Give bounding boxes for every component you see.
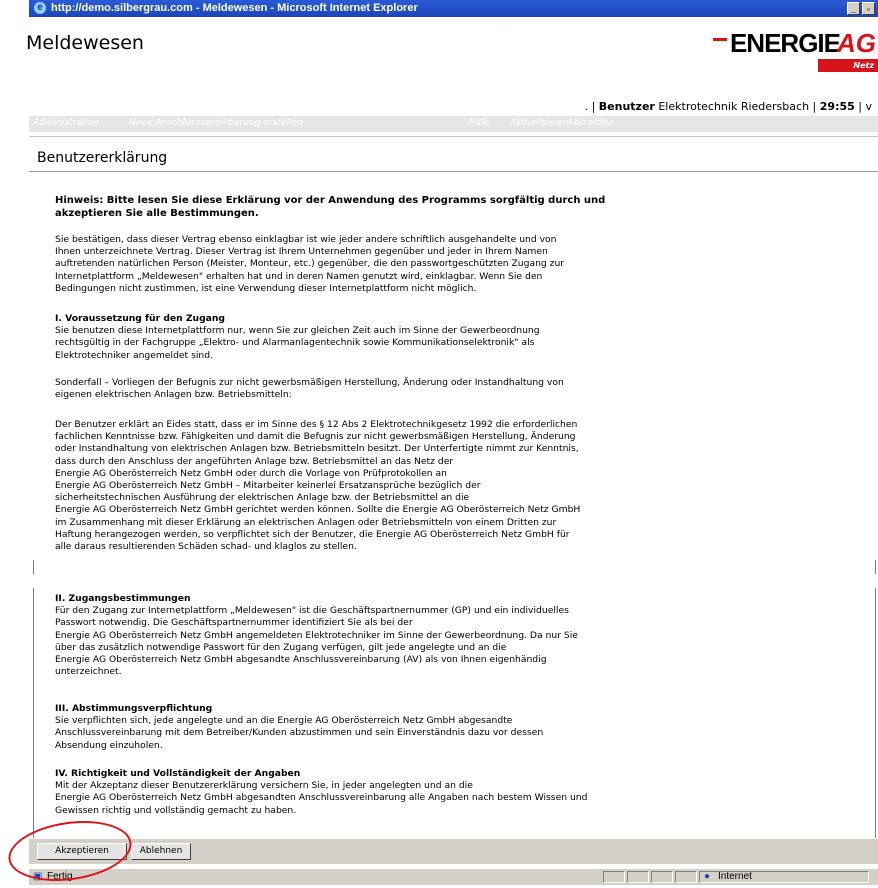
text-line: im Zusammenhang mit dieser Erklärung an … [55,516,557,528]
text-line: Sonderfall – Vorliegen der Befugnis zur … [55,377,564,388]
text-line: Bedingungen nicht zustimmen, ist eine Ve… [55,282,477,294]
section-title: III. Abstimmungsverpflichtung [55,703,213,714]
text-line: Anschlussvereinbarung mit dem Betreiber/… [55,727,544,739]
restore-button[interactable]: ▫ [862,2,875,15]
text-line: Sie bestätigen, dass dieser Vertrag eben… [55,234,557,245]
text-line: Sie benutzen diese Internetplattform nur… [55,325,540,337]
user-label: Benutzer [598,100,655,113]
decline-button[interactable]: Ablehnen [131,843,191,860]
text-line: sicherheitstechnischen Ausführung der el… [55,492,470,504]
button-bar: Akzeptieren Ablehnen [29,839,878,864]
text-line: Der Benutzer erklärt an Eides statt, das… [55,419,578,430]
text-line: alle daraus resultierenden Schäden schad… [55,541,357,553]
status-cell [603,871,625,883]
section-3: III. Abstimmungsverpflichtung Sie verpfl… [55,703,543,752]
logo-netz: Netz [818,59,878,72]
user-line-suffix: | v [858,100,872,113]
hint-line: akzeptieren Sie alle Bestimmungen. [55,208,259,219]
section-4: IV. Richtigkeit und Vollständigkeit der … [55,768,587,817]
text-line: Absendung einzuholen. [55,739,163,751]
text-line: Energie AG Oberösterreich Netz GmbH abge… [55,654,547,666]
text-line: eigenen elektrischen Anlagen bzw. Betrie… [55,389,292,401]
content-border [875,560,876,574]
section-title: I. Voraussetzung für den Zugang [55,313,225,324]
hint-line: Hinweis: Bitte lesen Sie diese Erklärung… [55,195,606,206]
internet-explorer-icon: e [34,2,46,14]
session-timer: 29:55 [819,100,855,113]
special-case-block: Sonderfall – Vorliegen der Befugnis zur … [55,377,564,401]
text-line: Haftung herangezogen werden, so verpflic… [55,528,570,540]
section-title: IV. Richtigkeit und Vollständigkeit der … [55,768,301,779]
content-border [33,588,34,838]
text-line: über das zusätzlich notwendige Passwort … [55,641,507,653]
text-line: unterzeichnet. [55,666,122,678]
text-line: rechtsgültig in der Fachgruppe „Elektro-… [55,337,535,349]
zone-text: Internet [718,871,752,882]
window-title: http://demo.silbergrau.com - Meldewesen … [51,2,418,14]
text-line: oder Instandhaltung von elektrischen Anl… [55,443,579,455]
page-title: Benutzererklärung [37,150,168,166]
section-2: II. Zugangsbestimmungen Für den Zugang z… [55,593,578,678]
app-name: Meldewesen [26,32,144,54]
header-divider [29,136,878,137]
status-cell [651,871,673,883]
text-line: Gewissen richtig und vollständig gemacht… [55,804,297,816]
content-border [875,588,876,838]
text-line: Energie AG Oberösterreich Netz GmbH ange… [55,629,578,641]
text-line: auftretenden natürlichen Person (Meister… [55,258,565,270]
text-line: Für den Zugang zur Internetplattform „Me… [55,605,569,617]
nav-new-agreement[interactable]: Neue Anschlussvereinbarung erstellen [129,118,303,128]
energie-ag-logo: ENERGIE AG Netz [705,28,878,74]
text-line: Internetplattform „Meldewesen" erhalten … [55,270,543,282]
nav-help[interactable]: Hilfe [469,118,489,128]
text-line: Passwort notwendig. Die Geschäftspartner… [55,617,413,629]
text-line: Mit der Akzeptanz dieser Benutzererkläru… [55,780,473,792]
text-line: Elektrotechniker angemeldet sind. [55,349,213,361]
nav-bar: Administration Neue Anschlussvereinbarun… [29,116,878,132]
user-line-prefix: . | [584,100,596,113]
window-titlebar: e http://demo.silbergrau.com - Meldewese… [29,0,878,17]
text-line: Energie AG Oberösterreich Netz GmbH oder… [55,467,447,479]
status-bar: ▣ Fertig ● Internet [29,868,878,885]
minimize-button[interactable]: _ [847,2,860,15]
nav-refresh[interactable]: Aktualisieren [510,118,569,128]
logo-word: ENERGIE [729,28,841,58]
logo-ag: AG [837,28,876,58]
logo-stripe [713,38,727,41]
text-line: fachlichen Kenntnisse bzw. Fähigkeiten u… [55,431,576,443]
intro-block: Sie bestätigen, dass dieser Vertrag eben… [55,234,564,295]
status-cell [627,871,649,883]
section-title: II. Zugangsbestimmungen [55,593,191,604]
text-line: Energie AG Oberösterreich Netz GmbH geri… [55,504,581,516]
declaration-block: Der Benutzer erklärt an Eides statt, das… [55,419,580,553]
user-name: Elektrotechnik Riedersbach [658,100,810,113]
text-line: Energie AG Oberösterreich Netz GmbH – Mi… [55,480,481,492]
user-line-separator: | [812,100,817,113]
nav-administration[interactable]: Administration [33,118,99,128]
status-cell [675,871,697,883]
text-line: Ihnen unterzeichnete Vertrag. Dieser Ver… [55,246,548,258]
globe-icon: ● [704,871,711,882]
text-line: dass durch den Anschluss der angeführten… [55,455,454,467]
nav-logout[interactable]: Abmelden [568,118,614,128]
zone-cell: ● Internet [699,871,869,883]
user-line: . | Benutzer Elektrotechnik Riedersbach … [585,100,872,113]
content-border [33,560,34,574]
hint-block: Hinweis: Bitte lesen Sie diese Erklärung… [55,194,605,220]
section-1: I. Voraussetzung für den Zugang Sie benu… [55,313,540,362]
text-line: Energie AG Oberösterreich Netz GmbH abge… [55,792,588,804]
title-divider [29,171,878,172]
text-line: Sie verpflichten sich, jede angelegte un… [55,715,513,727]
